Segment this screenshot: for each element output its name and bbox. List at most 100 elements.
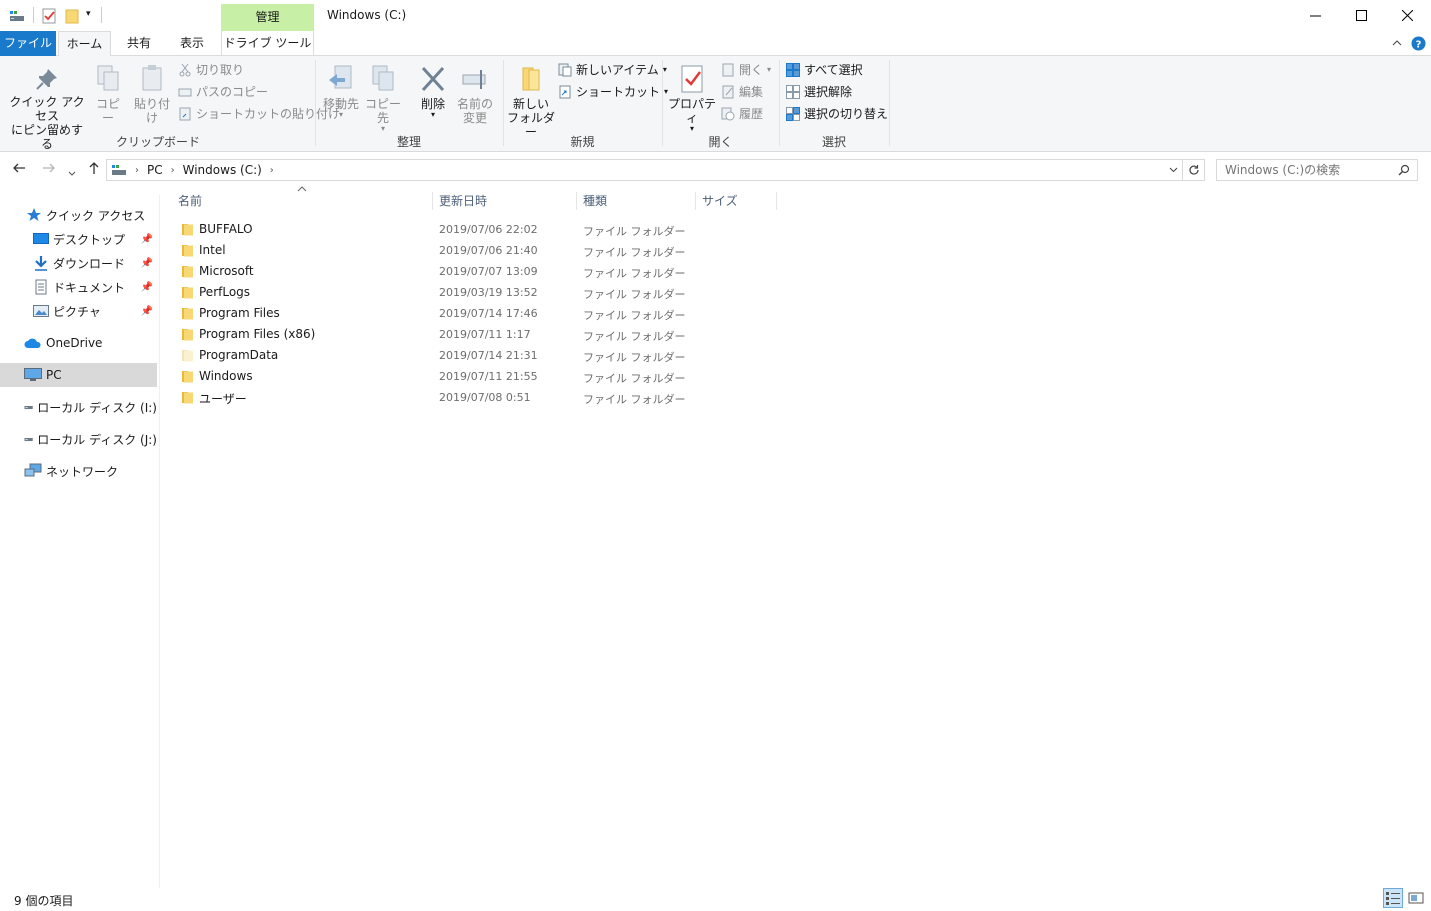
select-group-label: 選択 — [821, 135, 846, 149]
select-none-icon — [786, 85, 800, 99]
breadcrumb-separator-icon[interactable]: › — [270, 165, 274, 176]
sidebar-item-quick-access[interactable]: クイック アクセス — [0, 203, 157, 227]
customize-quick-access-icon[interactable]: ▾ — [86, 9, 91, 19]
close-button[interactable] — [1384, 0, 1430, 31]
copy-to-label: コピー先 — [364, 97, 401, 125]
sidebar-item-disk-j[interactable]: ローカル ディスク (J:) — [0, 427, 157, 451]
edit-icon — [722, 85, 734, 99]
tab-home[interactable]: ホーム — [58, 31, 111, 57]
history-button[interactable]: 履歴 — [721, 104, 763, 124]
back-button[interactable] — [12, 161, 26, 179]
large-icons-view-button[interactable] — [1406, 888, 1426, 908]
new-item-label: 新しいアイテム — [576, 63, 659, 77]
file-row[interactable]: Intel 2019/07/06 21:40 ファイル フォルダー — [176, 240, 776, 261]
paste-shortcut-icon — [179, 107, 191, 121]
pictures-icon — [33, 305, 49, 317]
tab-drive-tools[interactable]: ドライブ ツール — [221, 31, 314, 56]
tab-share[interactable]: 共有 — [115, 31, 163, 56]
file-name: Program Files (x86) — [199, 327, 316, 341]
help-icon[interactable]: ? — [1411, 36, 1426, 51]
file-modified: 2019/07/11 1:17 — [439, 328, 531, 341]
column-header-size[interactable]: サイズ — [696, 192, 777, 210]
new-item-icon — [558, 63, 572, 77]
file-row[interactable]: Program Files 2019/07/14 17:46 ファイル フォルダ… — [176, 303, 776, 324]
column-header-name[interactable]: 名前 — [172, 192, 433, 210]
file-modified: 2019/07/11 21:55 — [439, 370, 538, 383]
sidebar-item-pc[interactable]: PC — [0, 363, 157, 387]
manage-contextual-tab[interactable]: 管理 — [221, 4, 314, 31]
dropdown-arrow-icon: ▾ — [767, 65, 772, 74]
rename-button[interactable]: 名前の 変更 — [455, 64, 495, 125]
collapse-ribbon-icon[interactable] — [1392, 39, 1402, 47]
file-row[interactable]: Microsoft 2019/07/07 13:09 ファイル フォルダー — [176, 261, 776, 282]
invert-selection-button[interactable]: 選択の切り替え — [786, 104, 888, 124]
copy-to-button[interactable]: コピー先 ▾ — [362, 64, 404, 133]
svg-text:?: ? — [1416, 40, 1422, 51]
file-row[interactable]: ユーザー 2019/07/08 0:51 ファイル フォルダー — [176, 387, 776, 408]
edit-button[interactable]: 編集 — [721, 82, 763, 102]
select-none-button[interactable]: 選択解除 — [786, 82, 852, 102]
delete-button[interactable]: 削除 ▾ — [414, 64, 452, 119]
new-item-button[interactable]: 新しいアイテム ▾ — [558, 60, 667, 80]
up-button[interactable] — [87, 161, 101, 179]
file-type: ファイル フォルダー — [583, 225, 686, 238]
maximize-button[interactable] — [1338, 0, 1384, 31]
file-row[interactable]: Program Files (x86) 2019/07/11 1:17 ファイル… — [176, 324, 776, 345]
forward-button[interactable] — [42, 161, 56, 179]
breadcrumb-pc[interactable]: PC — [147, 163, 163, 177]
cut-button[interactable]: 切り取り — [178, 60, 244, 80]
close-icon — [1401, 10, 1413, 21]
organize-group-label: 整理 — [396, 135, 421, 149]
search-icon[interactable] — [1398, 164, 1410, 176]
pin-icon[interactable]: 📌 — [141, 306, 153, 317]
pin-icon[interactable]: 📌 — [141, 234, 153, 245]
move-to-label: 移動先 — [322, 97, 359, 111]
file-type: ファイル フォルダー — [583, 288, 686, 301]
minimize-button[interactable] — [1292, 0, 1338, 31]
item-count: 9 個の項目 — [14, 894, 74, 908]
file-row[interactable]: BUFFALO 2019/07/06 22:02 ファイル フォルダー — [176, 219, 776, 240]
file-row[interactable]: PerfLogs 2019/03/19 13:52 ファイル フォルダー — [176, 282, 776, 303]
new-folder-button[interactable]: 新しい フォルダー — [507, 64, 555, 139]
file-row[interactable]: Windows 2019/07/11 21:55 ファイル フォルダー — [176, 366, 776, 387]
file-row[interactable]: ProgramData 2019/07/14 21:31 ファイル フォルダー — [176, 345, 776, 366]
file-modified: 2019/07/08 0:51 — [439, 391, 531, 404]
sidebar-item-onedrive[interactable]: OneDrive — [0, 331, 157, 355]
open-button[interactable]: 開く ▾ — [721, 60, 771, 80]
sidebar-item-desktop[interactable]: デスクトップ 📌 — [0, 227, 157, 251]
column-header-modified[interactable]: 更新日時 — [433, 192, 577, 210]
breadcrumb-separator-icon[interactable]: › — [171, 165, 175, 176]
pin-icon[interactable]: 📌 — [141, 282, 153, 293]
address-dropdown-icon[interactable] — [1169, 167, 1178, 173]
select-all-button[interactable]: すべて選択 — [786, 60, 863, 80]
tab-view[interactable]: 表示 — [168, 31, 216, 56]
sidebar-item-downloads[interactable]: ダウンロード 📌 — [0, 251, 157, 275]
paste-button[interactable]: 貼り付け — [130, 64, 174, 125]
copy-button[interactable]: コピー — [92, 64, 124, 125]
tab-file[interactable]: ファイル — [0, 31, 56, 56]
sidebar-item-pictures[interactable]: ピクチャ 📌 — [0, 299, 157, 323]
address-bar[interactable]: › PC › Windows (C:) › — [106, 159, 1183, 181]
shortcut-button[interactable]: ショートカット ▾ — [558, 82, 668, 102]
properties-quick-icon[interactable] — [41, 7, 57, 25]
search-input[interactable] — [1216, 159, 1418, 181]
breadcrumb-separator-icon[interactable]: › — [135, 165, 139, 176]
open-group-label: 開く — [708, 135, 733, 149]
new-folder-quick-icon[interactable] — [64, 7, 80, 25]
network-icon — [24, 463, 42, 477]
sidebar-item-documents[interactable]: ドキュメント 📌 — [0, 275, 157, 299]
separator — [33, 7, 34, 23]
breadcrumb-windows-c[interactable]: Windows (C:) — [183, 163, 262, 177]
pin-icon[interactable]: 📌 — [141, 258, 153, 269]
details-view-button[interactable] — [1383, 888, 1403, 908]
cloud-icon — [24, 338, 41, 348]
copy-path-button[interactable]: パスのコピー — [178, 82, 268, 102]
sidebar-item-network[interactable]: ネットワーク — [0, 459, 157, 483]
refresh-button[interactable] — [1183, 159, 1205, 181]
navigation-pane: クイック アクセス デスクトップ 📌 ダウンロード 📌 ドキュメント 📌 ピクチ… — [0, 195, 160, 888]
sidebar-item-disk-i[interactable]: ローカル ディスク (I:) — [0, 395, 157, 419]
properties-button[interactable]: プロパティ ▾ — [667, 64, 717, 133]
recent-locations-button[interactable] — [68, 165, 76, 181]
column-header-type[interactable]: 種類 — [577, 192, 696, 210]
move-to-button[interactable]: 移動先 ▾ — [321, 64, 361, 119]
